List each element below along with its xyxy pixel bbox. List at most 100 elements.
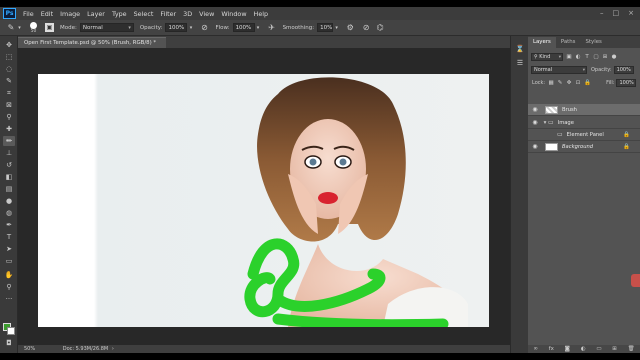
quick-mask-icon[interactable]: ◘ — [3, 338, 15, 348]
menu-image[interactable]: Image — [60, 10, 80, 18]
layer-row-brush[interactable]: ◉ Brush — [528, 104, 640, 116]
pixel-filter-icon[interactable]: ▣ — [566, 54, 572, 60]
zoom-level[interactable]: 50% — [24, 346, 35, 352]
dodge-tool-icon[interactable]: ◍ — [3, 208, 15, 218]
rectangle-tool-icon[interactable]: ▭ — [3, 256, 15, 266]
crop-tool-icon[interactable]: ⌗ — [3, 88, 15, 98]
close-icon[interactable]: × — [628, 9, 634, 17]
add-mask-icon[interactable]: ◙ — [565, 346, 570, 352]
tab-paths[interactable]: Paths — [556, 37, 581, 48]
hand-tool-icon[interactable]: ✋ — [3, 270, 15, 280]
lock-artboard-icon[interactable]: ⊡ — [575, 80, 581, 86]
menu-edit[interactable]: Edit — [41, 10, 53, 18]
layer-row-image[interactable]: ◉ ▾ ▭ Image — [528, 117, 640, 129]
healing-brush-tool-icon[interactable]: ✚ — [3, 124, 15, 134]
layer-name[interactable]: Element Panel — [567, 132, 604, 138]
layer-row-background[interactable]: ◉ Background 🔒 — [528, 141, 640, 153]
lock-paint-icon[interactable]: ✎ — [557, 80, 563, 86]
properties-panel-icon[interactable]: ☰ — [515, 58, 525, 68]
layer-name[interactable]: Background — [562, 144, 593, 150]
pressure-opacity-icon[interactable]: ⊘ — [199, 23, 209, 33]
minimize-icon[interactable]: – — [600, 9, 604, 17]
layer-name[interactable]: Image — [558, 120, 574, 126]
background-color-swatch[interactable] — [7, 327, 15, 335]
smoothing-input[interactable]: 10% — [317, 23, 334, 32]
marquee-tool-icon[interactable]: ⬚ — [3, 52, 15, 62]
frame-tool-icon[interactable]: ⊠ — [3, 100, 15, 110]
brush-tool-icon[interactable]: ✏ — [3, 136, 15, 146]
move-tool-icon[interactable]: ✥ — [3, 40, 15, 50]
lock-all-icon[interactable]: 🔒 — [584, 80, 591, 86]
eraser-tool-icon[interactable]: ◧ — [3, 172, 15, 182]
window-controls: – □ × — [600, 9, 634, 17]
document-canvas[interactable] — [38, 74, 489, 327]
smart-object-filter-icon[interactable]: ⊞ — [602, 54, 608, 60]
document-info[interactable]: Doc: 5.93M/26.8M — [63, 346, 109, 352]
new-layer-icon[interactable]: ⊞ — [612, 346, 617, 352]
gradient-tool-icon[interactable]: ▤ — [3, 184, 15, 194]
new-group-icon[interactable]: ▭ — [596, 346, 601, 352]
layer-name[interactable]: Brush — [562, 107, 577, 113]
flow-input[interactable]: 100% — [232, 23, 255, 32]
fill-input[interactable]: 100% — [616, 78, 637, 87]
lock-position-icon[interactable]: ✥ — [566, 80, 572, 86]
opacity-input[interactable]: 100% — [165, 23, 188, 32]
document-tab[interactable]: Open First Template.psd @ 50% (Brush, RG… — [18, 37, 166, 57]
adjustment-filter-icon[interactable]: ◐ — [575, 54, 581, 60]
menu-filter[interactable]: Filter — [160, 10, 176, 18]
pressure-size-icon[interactable]: ⊘ — [361, 23, 371, 33]
symmetry-icon[interactable]: ⌬ — [375, 23, 385, 33]
pen-tool-icon[interactable]: ✒ — [3, 220, 15, 230]
layer-opacity-input[interactable]: 100% — [613, 65, 634, 74]
layer-style-icon[interactable]: fx — [549, 346, 554, 352]
history-brush-tool-icon[interactable]: ↺ — [3, 160, 15, 170]
brush-tool-icon[interactable]: ✎ — [6, 23, 16, 33]
chevron-down-icon[interactable]: ▾ — [188, 23, 193, 33]
flow-value: 100% — [235, 25, 252, 31]
brush-panel-icon[interactable]: ▣ — [45, 23, 54, 32]
tab-styles[interactable]: Styles — [581, 37, 607, 48]
mode-select[interactable]: Normal ▾ — [79, 23, 134, 32]
filter-toggle-icon[interactable]: ● — [611, 54, 617, 60]
type-filter-icon[interactable]: T — [584, 54, 590, 60]
brush-preset-picker[interactable]: 50 — [28, 21, 39, 34]
lock-pixels-icon[interactable]: ▦ — [548, 80, 554, 86]
menu-layer[interactable]: Layer — [87, 10, 105, 18]
airbrush-icon[interactable]: ✈ — [267, 23, 277, 33]
path-selection-tool-icon[interactable]: ➤ — [3, 244, 15, 254]
history-panel-icon[interactable]: ⌛ — [515, 44, 525, 54]
menu-view[interactable]: View — [199, 10, 214, 18]
more-tools-icon[interactable]: ··· — [3, 294, 15, 304]
menu-help[interactable]: Help — [254, 10, 269, 18]
blend-mode-select[interactable]: Normal ▾ — [531, 65, 587, 74]
eyedropper-tool-icon[interactable]: ⚲ — [3, 112, 15, 122]
quick-select-tool-icon[interactable]: ✎ — [3, 76, 15, 86]
blur-tool-icon[interactable]: ● — [3, 196, 15, 206]
menu-3d[interactable]: 3D — [183, 10, 192, 18]
menu-select[interactable]: Select — [134, 10, 154, 18]
layer-row-element-panel[interactable]: ▭ Element Panel 🔒 — [528, 129, 640, 141]
eye-icon[interactable]: ◉ — [531, 119, 539, 126]
menu-file[interactable]: File — [23, 10, 34, 18]
menu-window[interactable]: Window — [221, 10, 246, 18]
lock-icon: 🔒 — [623, 143, 630, 150]
clone-stamp-tool-icon[interactable]: ⊥ — [3, 148, 15, 158]
tab-layers[interactable]: Layers — [528, 37, 556, 48]
chevron-down-icon[interactable]: ▾ — [17, 23, 22, 33]
menu-type[interactable]: Type — [112, 10, 127, 18]
shape-filter-icon[interactable]: ▢ — [593, 54, 599, 60]
type-tool-icon[interactable]: T — [3, 232, 15, 242]
gear-icon[interactable]: ⚙ — [345, 23, 355, 33]
chevron-right-icon[interactable]: › — [112, 346, 114, 352]
delete-layer-icon[interactable]: 🗑 — [628, 346, 635, 352]
lasso-tool-icon[interactable]: ◌ — [3, 64, 15, 74]
eye-icon[interactable]: ◉ — [531, 106, 539, 113]
adjustment-layer-icon[interactable]: ◐ — [581, 346, 586, 352]
link-layers-icon[interactable]: ∞ — [533, 346, 538, 352]
filter-kind-select[interactable]: ⚲ Kind ▾ — [531, 52, 563, 61]
zoom-tool-icon[interactable]: ⚲ — [3, 282, 15, 292]
eye-icon[interactable]: ◉ — [531, 143, 539, 150]
chevron-down-icon[interactable]: ▾ — [334, 23, 339, 33]
maximize-icon[interactable]: □ — [613, 9, 620, 17]
chevron-down-icon[interactable]: ▾ — [256, 23, 261, 33]
